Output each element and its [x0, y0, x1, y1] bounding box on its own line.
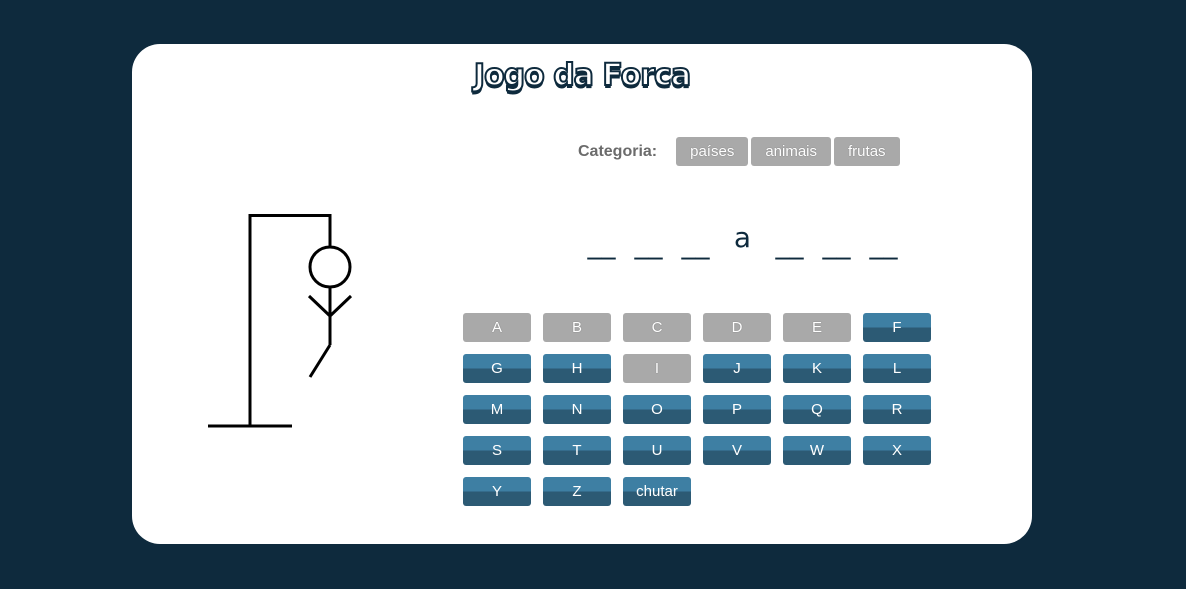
letter-slot: __ — [869, 227, 898, 260]
key-a[interactable]: A — [463, 313, 531, 342]
key-g[interactable]: G — [463, 354, 531, 383]
key-e[interactable]: E — [783, 313, 851, 342]
hangman-right-arm — [328, 294, 353, 318]
category-button-paises[interactable]: países — [676, 137, 749, 166]
letter-keyboard: A B C D E F G H I J K L M N O P Q R S T … — [463, 313, 931, 506]
key-m[interactable]: M — [463, 395, 531, 424]
guess-button[interactable]: chutar — [623, 477, 691, 506]
key-s[interactable]: S — [463, 436, 531, 465]
key-l[interactable]: L — [863, 354, 931, 383]
hangman-left-arm — [307, 294, 332, 318]
letter-slot: __ — [681, 227, 710, 260]
hangman-drawing — [208, 214, 353, 428]
game-title: Jogo da Forca — [473, 57, 692, 94]
key-j[interactable]: J — [703, 354, 771, 383]
hangman-head — [308, 245, 352, 289]
category-button-frutas[interactable]: frutas — [834, 137, 900, 166]
key-p[interactable]: P — [703, 395, 771, 424]
key-r[interactable]: R — [863, 395, 931, 424]
key-f[interactable]: F — [863, 313, 931, 342]
key-i[interactable]: I — [623, 354, 691, 383]
category-label: Categoria: — [578, 142, 658, 160]
letter-slot: __ — [775, 227, 804, 260]
key-b[interactable]: B — [543, 313, 611, 342]
key-q[interactable]: Q — [783, 395, 851, 424]
key-v[interactable]: V — [703, 436, 771, 465]
letter-slot: a — [733, 221, 752, 254]
letter-slot: __ — [587, 227, 616, 260]
key-u[interactable]: U — [623, 436, 691, 465]
key-n[interactable]: N — [543, 395, 611, 424]
key-c[interactable]: C — [623, 313, 691, 342]
category-button-animais[interactable]: animais — [751, 137, 832, 166]
key-y[interactable]: Y — [463, 477, 531, 506]
secret-word: __ __ __ a __ __ __ — [578, 220, 907, 260]
category-selector: Categoria: países animais frutas — [578, 137, 903, 166]
key-o[interactable]: O — [623, 395, 691, 424]
key-d[interactable]: D — [703, 313, 771, 342]
key-x[interactable]: X — [863, 436, 931, 465]
key-h[interactable]: H — [543, 354, 611, 383]
key-k[interactable]: K — [783, 354, 851, 383]
key-z[interactable]: Z — [543, 477, 611, 506]
hangman-left-leg — [308, 344, 332, 378]
key-w[interactable]: W — [783, 436, 851, 465]
letter-slot: __ — [822, 227, 851, 260]
letter-slot: __ — [634, 227, 663, 260]
key-t[interactable]: T — [543, 436, 611, 465]
game-card: Jogo da Forca Categoria: países animais … — [132, 44, 1032, 544]
